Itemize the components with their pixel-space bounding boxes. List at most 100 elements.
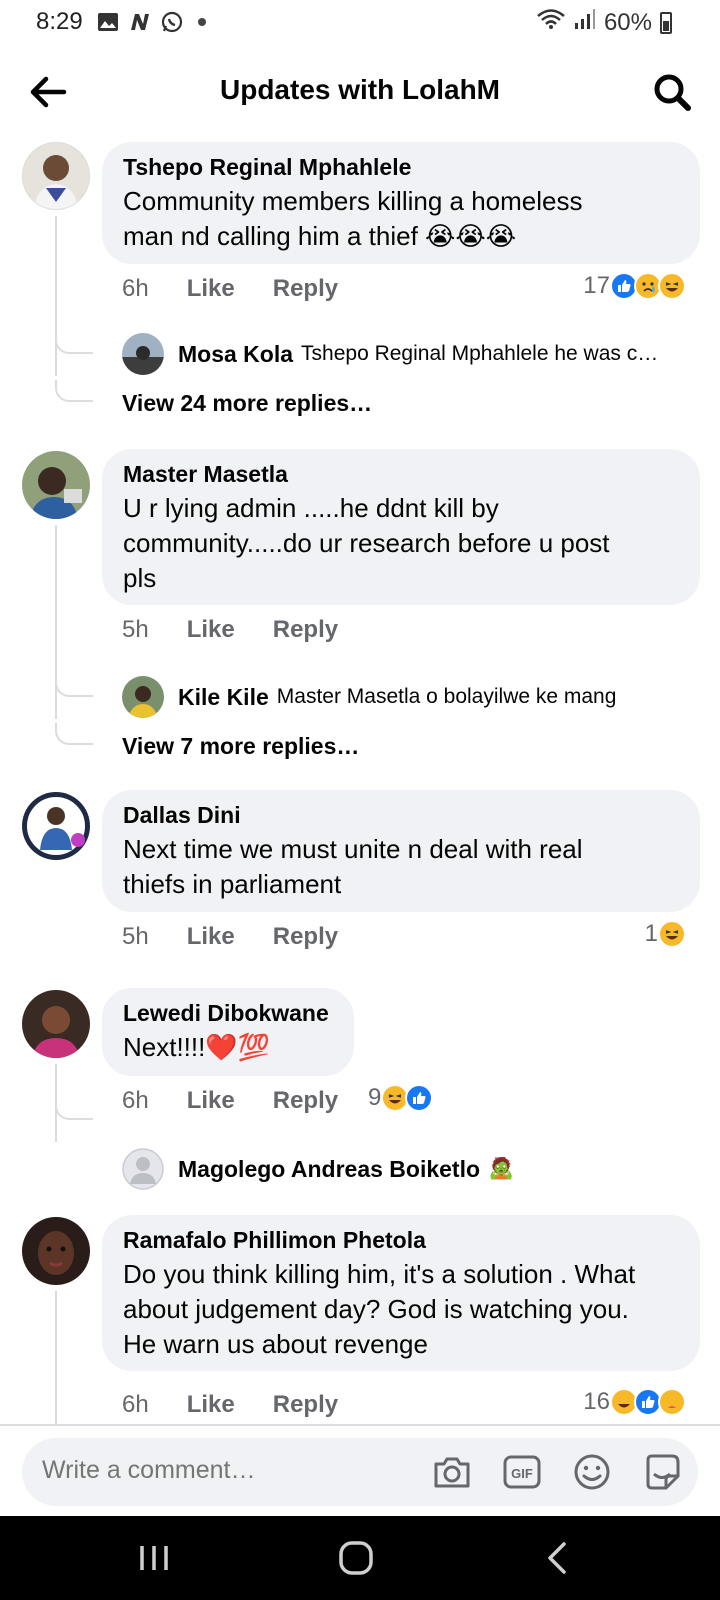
reply-text: 🧟: [488, 1157, 515, 1180]
comment-author[interactable]: Master Masetla: [123, 461, 680, 488]
comment-line: about judgement day? God is watching you…: [123, 1294, 629, 1324]
comment-actions: 6h Like Reply: [122, 1087, 338, 1115]
comment-line: thiefs in parliament: [123, 869, 342, 899]
reaction-count: 1: [644, 920, 658, 947]
status-time: 8:29: [36, 8, 83, 35]
avatar[interactable]: [122, 1148, 164, 1190]
comment-author[interactable]: Ramafalo Phillimon Phetola: [123, 1227, 680, 1254]
reply-button[interactable]: Reply: [273, 275, 338, 303]
comment-author[interactable]: Dallas Dini: [123, 802, 680, 829]
reply-author[interactable]: Magolego Andreas Boiketlo: [178, 1156, 480, 1183]
thread-line: [55, 1291, 57, 1424]
sticker-icon[interactable]: [640, 1450, 684, 1494]
comments-feed[interactable]: Tshepo Reginal Mphahlele Community membe…: [0, 140, 720, 1424]
reaction-summary[interactable]: 1: [645, 920, 686, 948]
care-reaction-icon: [658, 1388, 686, 1416]
home-icon[interactable]: [334, 1536, 378, 1580]
avatar[interactable]: [22, 451, 90, 519]
comment-bubble[interactable]: Master Masetla U r lying admin .....he d…: [102, 449, 700, 605]
comment-line: Next time we must unite n deal with real: [123, 834, 583, 864]
comment-composer-bar: GIF: [0, 1424, 720, 1516]
like-button[interactable]: Like: [187, 616, 235, 644]
comment-line: community.....do ur research before u po…: [123, 528, 610, 558]
reply-preview[interactable]: Kile Kile Master Masetla o bolayilwe ke …: [122, 676, 702, 718]
comment-item: Tshepo Reginal Mphahlele Community membe…: [0, 140, 720, 440]
comment-bubble[interactable]: Lewedi Dibokwane Next!!!!❤️💯: [102, 988, 354, 1076]
avatar[interactable]: [122, 676, 164, 718]
comment-time: 6h: [122, 275, 149, 302]
search-button[interactable]: [648, 68, 696, 116]
reaction-count: 17: [583, 272, 610, 299]
status-icons-left: [96, 10, 206, 34]
comment-text: Next time we must unite n deal with real…: [123, 832, 680, 902]
comment-line: U r lying admin .....he ddnt kill by: [123, 493, 499, 523]
comment-bubble[interactable]: Tshepo Reginal Mphahlele Community membe…: [102, 142, 700, 264]
reaction-summary[interactable]: 16: [583, 1388, 686, 1416]
n-app-icon: [128, 10, 152, 34]
status-bar: 8:29 60%: [0, 0, 720, 46]
avatar[interactable]: [122, 333, 164, 375]
comment-line: man nd calling him a thief 😭😭😭: [123, 221, 517, 251]
reply-button[interactable]: Reply: [273, 616, 338, 644]
camera-icon[interactable]: [430, 1450, 474, 1494]
reaction-summary[interactable]: 17: [583, 272, 686, 300]
thread-connector: [55, 380, 93, 402]
comment-composer[interactable]: GIF: [22, 1438, 698, 1506]
avatar[interactable]: [22, 990, 90, 1058]
comment-actions: 6h Like Reply: [122, 275, 338, 303]
reaction-summary[interactable]: 9: [368, 1084, 434, 1112]
reply-button[interactable]: Reply: [273, 1391, 338, 1419]
like-button[interactable]: Like: [187, 1391, 235, 1419]
comment-line: Do you think killing him, it's a solutio…: [123, 1259, 636, 1289]
comment-item: Master Masetla U r lying admin .....he d…: [0, 449, 720, 779]
comment-line: Community members killing a homeless: [123, 186, 583, 216]
comment-time: 5h: [122, 616, 149, 643]
reply-button[interactable]: Reply: [273, 923, 338, 951]
reply-author[interactable]: Kile Kile: [178, 684, 269, 711]
comment-actions: 5h Like Reply: [122, 616, 338, 644]
comment-bubble[interactable]: Dallas Dini Next time we must unite n de…: [102, 790, 700, 912]
comment-line: He warn us about revenge: [123, 1329, 428, 1359]
comment-author[interactable]: Lewedi Dibokwane: [123, 1000, 334, 1027]
comment-text: U r lying admin .....he ddnt kill by com…: [123, 491, 680, 596]
gif-icon[interactable]: GIF: [500, 1450, 544, 1494]
like-button[interactable]: Like: [187, 1087, 235, 1115]
view-more-replies[interactable]: View 7 more replies…: [122, 733, 359, 760]
comment-input[interactable]: [42, 1456, 422, 1485]
recent-apps-icon[interactable]: [132, 1536, 176, 1580]
comment-item: Lewedi Dibokwane Next!!!!❤️💯 6h Like Rep…: [0, 988, 720, 1203]
like-button[interactable]: Like: [187, 275, 235, 303]
reaction-count: 9: [368, 1084, 382, 1111]
view-more-replies[interactable]: View 24 more replies…: [122, 390, 372, 417]
emoji-icon[interactable]: [570, 1450, 614, 1494]
like-reaction-icon: [405, 1084, 434, 1112]
thread-connector: [55, 723, 93, 745]
reply-preview[interactable]: Magolego Andreas Boiketlo 🧟: [122, 1148, 702, 1190]
comment-text: Community members killing a homeless man…: [123, 184, 680, 254]
thread-line: [55, 216, 57, 376]
comment-item: Ramafalo Phillimon Phetola Do you think …: [0, 1215, 720, 1424]
thread-connector: [55, 675, 93, 697]
reply-button[interactable]: Reply: [273, 1087, 338, 1115]
like-button[interactable]: Like: [187, 923, 235, 951]
avatar[interactable]: [22, 792, 90, 860]
back-icon[interactable]: [536, 1536, 580, 1580]
reply-text: Tshepo Reginal Mphahlele he was c…: [301, 342, 659, 365]
reply-text: Master Masetla o bolayilwe ke mang: [276, 685, 617, 708]
reaction-count: 16: [583, 1388, 610, 1415]
comment-line: Next!!!!❤️💯: [123, 1032, 271, 1062]
reply-preview[interactable]: Mosa Kola Tshepo Reginal Mphahlele he wa…: [122, 333, 702, 375]
comment-time: 6h: [122, 1391, 149, 1418]
whatsapp-icon: [160, 10, 184, 34]
reply-author[interactable]: Mosa Kola: [178, 341, 293, 368]
wifi-icon: [536, 8, 566, 37]
image-icon: [96, 10, 120, 34]
signal-icon: [574, 8, 596, 37]
avatar[interactable]: [22, 1217, 90, 1285]
page-title: Updates with LolahM: [220, 74, 500, 105]
comment-author[interactable]: Tshepo Reginal Mphahlele: [123, 154, 680, 181]
avatar[interactable]: [22, 142, 90, 210]
thread-connector: [55, 1098, 93, 1120]
comment-bubble[interactable]: Ramafalo Phillimon Phetola Do you think …: [102, 1215, 700, 1371]
comment-time: 5h: [122, 923, 149, 950]
